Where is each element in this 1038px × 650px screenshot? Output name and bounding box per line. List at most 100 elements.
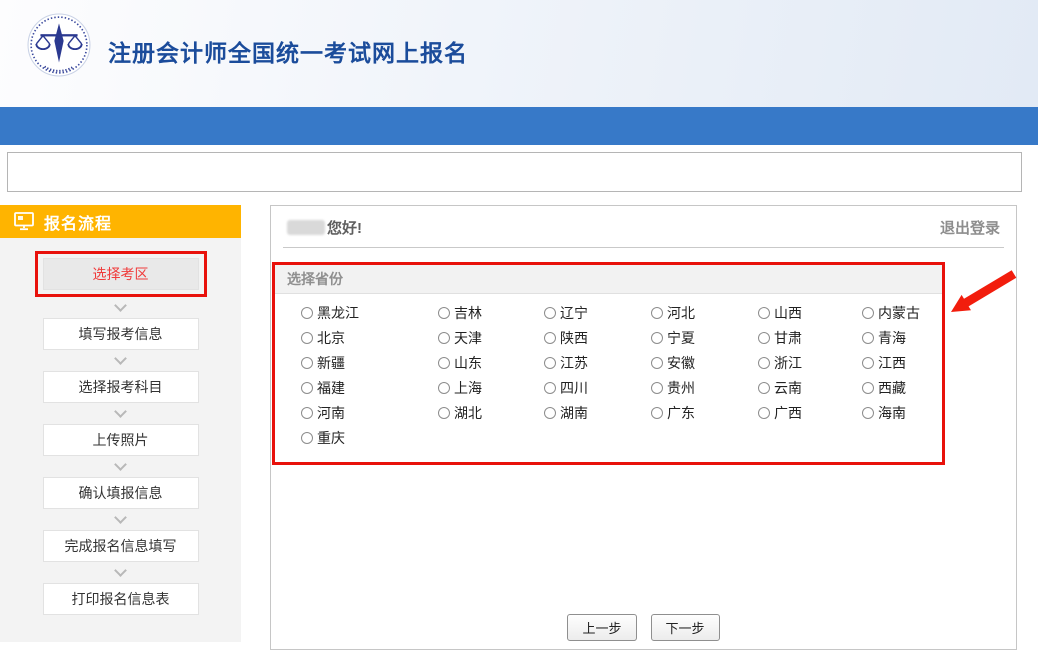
- radio-icon[interactable]: [544, 382, 556, 394]
- province-option-16[interactable]: 安徽: [651, 353, 758, 373]
- radio-icon[interactable]: [301, 407, 313, 419]
- province-label: 海南: [878, 403, 906, 423]
- radio-icon[interactable]: [758, 307, 770, 319]
- radio-icon[interactable]: [758, 332, 770, 344]
- province-option-12[interactable]: 青海: [862, 328, 942, 348]
- province-label: 新疆: [317, 353, 345, 373]
- radio-icon[interactable]: [544, 407, 556, 419]
- province-option-6[interactable]: 内蒙古: [862, 303, 942, 323]
- radio-icon[interactable]: [544, 332, 556, 344]
- radio-icon[interactable]: [438, 357, 450, 369]
- province-option-13[interactable]: 新疆: [301, 353, 438, 373]
- sidebar-step-4[interactable]: 上传照片: [43, 424, 199, 456]
- province-option-28[interactable]: 广东: [651, 403, 758, 423]
- annotation-box-active-step: 选择考区: [35, 251, 207, 297]
- radio-icon[interactable]: [544, 307, 556, 319]
- sidebar-step-1[interactable]: 选择考区: [43, 258, 199, 290]
- chevron-down-icon: [0, 456, 241, 477]
- province-option-18[interactable]: 江西: [862, 353, 942, 373]
- province-option-5[interactable]: 山西: [758, 303, 862, 323]
- province-label: 北京: [317, 328, 345, 348]
- province-option-3[interactable]: 辽宁: [544, 303, 651, 323]
- province-label: 四川: [560, 378, 588, 398]
- province-option-1[interactable]: 黑龙江: [301, 303, 438, 323]
- province-label: 云南: [774, 378, 802, 398]
- sidebar-step-3[interactable]: 选择报考科目: [43, 371, 199, 403]
- province-option-24[interactable]: 西藏: [862, 378, 942, 398]
- sidebar-title: 报名流程: [44, 210, 112, 234]
- radio-icon[interactable]: [758, 357, 770, 369]
- radio-icon[interactable]: [862, 357, 874, 369]
- cicpa-logo-icon: [27, 13, 91, 77]
- next-step-button[interactable]: 下一步: [651, 614, 720, 641]
- province-option-10[interactable]: 宁夏: [651, 328, 758, 348]
- province-option-31[interactable]: 重庆: [301, 428, 438, 448]
- radio-icon[interactable]: [544, 357, 556, 369]
- radio-icon[interactable]: [301, 357, 313, 369]
- province-label: 江西: [878, 353, 906, 373]
- radio-icon[interactable]: [862, 307, 874, 319]
- province-option-23[interactable]: 云南: [758, 378, 862, 398]
- province-label: 贵州: [667, 378, 695, 398]
- logout-link[interactable]: 退出登录: [940, 217, 1000, 238]
- sidebar-step-6[interactable]: 完成报名信息填写: [43, 530, 199, 562]
- radio-icon[interactable]: [651, 407, 663, 419]
- nav-bar: [0, 107, 1038, 145]
- radio-icon[interactable]: [651, 382, 663, 394]
- province-label: 天津: [454, 328, 482, 348]
- radio-icon[interactable]: [862, 382, 874, 394]
- province-option-15[interactable]: 江苏: [544, 353, 651, 373]
- province-option-27[interactable]: 湖南: [544, 403, 651, 423]
- sidebar-steps: 选择考区填写报考信息选择报考科目上传照片确认填报信息完成报名信息填写打印报名信息…: [0, 238, 241, 615]
- radio-icon[interactable]: [758, 407, 770, 419]
- sidebar-step-2[interactable]: 填写报考信息: [43, 318, 199, 350]
- province-option-26[interactable]: 湖北: [438, 403, 544, 423]
- province-option-29[interactable]: 广西: [758, 403, 862, 423]
- province-label: 宁夏: [667, 328, 695, 348]
- radio-icon[interactable]: [301, 432, 313, 444]
- radio-icon[interactable]: [438, 407, 450, 419]
- greeting-row: 您好! 退出登录: [283, 206, 1004, 248]
- chevron-down-icon: [0, 562, 241, 583]
- province-option-14[interactable]: 山东: [438, 353, 544, 373]
- radio-icon[interactable]: [438, 307, 450, 319]
- province-option-19[interactable]: 福建: [301, 378, 438, 398]
- sidebar-step-5[interactable]: 确认填报信息: [43, 477, 199, 509]
- chevron-down-icon: [0, 297, 241, 318]
- province-option-21[interactable]: 四川: [544, 378, 651, 398]
- province-option-11[interactable]: 甘肃: [758, 328, 862, 348]
- province-label: 青海: [878, 328, 906, 348]
- radio-icon[interactable]: [758, 382, 770, 394]
- province-option-9[interactable]: 陕西: [544, 328, 651, 348]
- radio-icon[interactable]: [438, 382, 450, 394]
- province-option-20[interactable]: 上海: [438, 378, 544, 398]
- radio-icon[interactable]: [301, 382, 313, 394]
- annotation-arrow-icon: [948, 270, 1018, 315]
- province-option-25[interactable]: 河南: [301, 403, 438, 423]
- prev-step-button[interactable]: 上一步: [567, 614, 636, 641]
- province-label: 山东: [454, 353, 482, 373]
- province-label: 福建: [317, 378, 345, 398]
- radio-icon[interactable]: [862, 407, 874, 419]
- province-option-30[interactable]: 海南: [862, 403, 942, 423]
- radio-icon[interactable]: [862, 332, 874, 344]
- sidebar-step-7[interactable]: 打印报名信息表: [43, 583, 199, 615]
- province-label: 河北: [667, 303, 695, 323]
- site-header: 注册会计师全国统一考试网上报名: [0, 0, 1038, 107]
- radio-icon[interactable]: [651, 357, 663, 369]
- radio-icon[interactable]: [651, 332, 663, 344]
- province-option-4[interactable]: 河北: [651, 303, 758, 323]
- province-option-17[interactable]: 浙江: [758, 353, 862, 373]
- cpa-registration-page: { "header": { "title": "注册会计师全国统一考试网上报名"…: [0, 0, 1038, 642]
- province-panel: 选择省份 黑龙江吉林辽宁河北山西内蒙古北京天津陕西宁夏甘肃青海新疆山东江苏安徽浙…: [272, 262, 945, 465]
- province-label: 湖南: [560, 403, 588, 423]
- province-option-22[interactable]: 贵州: [651, 378, 758, 398]
- radio-icon[interactable]: [651, 307, 663, 319]
- chevron-down-icon: [0, 350, 241, 371]
- province-option-2[interactable]: 吉林: [438, 303, 544, 323]
- radio-icon[interactable]: [301, 332, 313, 344]
- radio-icon[interactable]: [438, 332, 450, 344]
- radio-icon[interactable]: [301, 307, 313, 319]
- province-option-7[interactable]: 北京: [301, 328, 438, 348]
- province-option-8[interactable]: 天津: [438, 328, 544, 348]
